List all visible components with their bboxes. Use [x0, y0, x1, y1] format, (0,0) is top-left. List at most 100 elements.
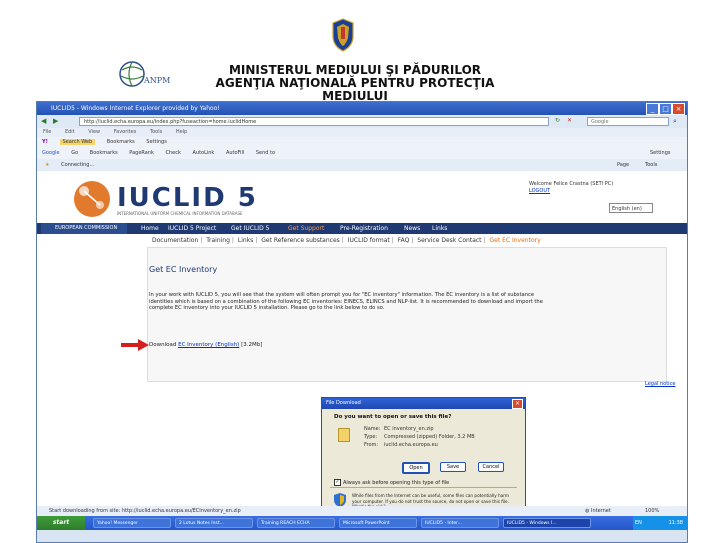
clock: 11:38 [668, 520, 683, 526]
autolink-button[interactable]: AutoLink [192, 150, 214, 156]
checkbox-checked-icon[interactable]: ✓ [334, 479, 341, 486]
zip-file-icon [338, 428, 350, 442]
open-button[interactable]: Open [402, 462, 430, 474]
menu-help[interactable]: Help [176, 129, 187, 135]
ec-inventory-download-link[interactable]: EC Inventory (English) [178, 342, 239, 348]
browser-search-input[interactable]: Google [587, 117, 669, 126]
nav-pre-registration[interactable]: Pre-Registration [340, 223, 388, 234]
favorites-star-icon[interactable]: ★ [45, 162, 49, 168]
subnav-reference-substances[interactable]: Get Reference substances [261, 237, 340, 244]
back-icon[interactable]: ◀ [41, 117, 46, 125]
forward-icon[interactable]: ▶ [53, 117, 58, 125]
download-row: Download EC Inventory (English) [3.2Mb] [149, 342, 262, 348]
org-line-2: AGENŢIA NAŢIONALĂ PENTRU PROTECŢIA MEDIU… [215, 76, 495, 103]
refresh-icon[interactable]: ↻ [555, 117, 560, 124]
window-titlebar: IUCLID5 - Windows Internet Explorer prov… [37, 102, 687, 115]
page-content: IUCLID 5 INTERNATIONAL UNIFORM CHEMICAL … [37, 171, 687, 524]
language-select[interactable]: English (en) [609, 203, 653, 213]
url-field[interactable]: http://iuclid.echa.europa.eu/index.php?f… [79, 117, 549, 126]
anpm-globe-icon [119, 61, 145, 87]
menu-favorites[interactable]: Favorites [114, 129, 137, 135]
dialog-close-button[interactable]: × [512, 399, 523, 409]
subnav-faq[interactable]: FAQ [398, 237, 410, 244]
nav-iuclid5-project[interactable]: IUCLID 5 Project [168, 223, 216, 234]
nav-get-iuclid5[interactable]: Get IUCLID 5 [231, 223, 269, 234]
cancel-button[interactable]: Cancel [478, 462, 504, 472]
site-banner: IUCLID 5 INTERNATIONAL UNIFORM CHEMICAL … [37, 171, 687, 220]
search-icon[interactable]: ⌕ [673, 117, 677, 126]
subnav-training[interactable]: Training [206, 237, 230, 244]
send-to-button[interactable]: Send to [256, 150, 275, 156]
bookmarks-button[interactable]: Bookmarks [107, 139, 135, 145]
yahoo-toolbar: Y! Search Web Bookmarks Settings [37, 137, 687, 148]
toolbar-settings-button[interactable]: Settings [146, 139, 167, 145]
address-bar: ◀ ▶ http://iuclid.echa.europa.eu/index.p… [37, 115, 687, 128]
dialog-titlebar: File Download × [322, 398, 525, 409]
maximize-button[interactable]: □ [659, 103, 672, 115]
task-iuclid-ie[interactable]: IUCLID5 - Windows I... [503, 518, 591, 528]
subnav-iuclid-format[interactable]: IUCLID format [348, 237, 390, 244]
nav-links[interactable]: Links [432, 223, 447, 234]
task-lotus-notes[interactable]: 2 Lotus Notes Inst... [175, 518, 253, 528]
browser-window: IUCLID5 - Windows Internet Explorer prov… [36, 101, 688, 543]
welcome-text: Welcome Felice Crastna (SETI PC) [529, 181, 614, 187]
close-window-button[interactable]: × [672, 103, 685, 115]
file-name-value: EC inventory_en.zip [384, 426, 434, 432]
task-training-reach[interactable]: Training REACH ECHA [257, 518, 335, 528]
language-indicator[interactable]: EN [635, 516, 642, 530]
download-prefix: Download [149, 342, 177, 348]
tab-connecting[interactable]: Connecting... [61, 162, 94, 168]
minimize-button[interactable]: _ [646, 103, 659, 115]
google-bookmarks-button[interactable]: Bookmarks [90, 150, 118, 156]
google-go-button[interactable]: Go [71, 150, 78, 156]
yahoo-logo-icon: Y! [42, 139, 48, 145]
zoom-level[interactable]: 100% [645, 506, 659, 516]
stop-icon[interactable]: ✕ [567, 117, 572, 124]
anpm-logo-text: ANPM [144, 76, 171, 85]
always-ask-label: Always ask before opening this type of f… [343, 480, 450, 486]
subnav-service-desk[interactable]: Service Desk Contact [417, 237, 481, 244]
tab-bar: ★ Connecting... Page Tools [37, 159, 687, 171]
zone-label: Internet [590, 508, 611, 514]
menu-edit[interactable]: Edit [65, 129, 75, 135]
site-nav: EUROPEAN COMMISSION Home IUCLID 5 Projec… [37, 223, 687, 234]
google-toolbar: Google Go Bookmarks PageRank Check AutoL… [37, 148, 687, 159]
subnav-get-ec-inventory[interactable]: Get EC Inventory [489, 237, 540, 244]
iuclid-logo: IUCLID 5 [117, 183, 258, 213]
pagerank-button[interactable]: PageRank [129, 150, 154, 156]
intro-paragraph: In your work with IUCLID 5, you will see… [149, 292, 543, 312]
check-button[interactable]: Check [166, 150, 181, 156]
file-from-label: From: [364, 442, 379, 448]
romania-coat-of-arms-icon [332, 18, 354, 52]
nav-news[interactable]: News [404, 223, 420, 234]
tools-menu-button[interactable]: Tools [645, 159, 657, 171]
file-download-dialog: File Download × Do you want to open or s… [321, 397, 526, 524]
security-zone: ◍ Internet [585, 506, 611, 516]
task-yahoo-messenger[interactable]: Yahoo! Messenger [93, 518, 171, 528]
task-iuclid-inter[interactable]: IUCLID5 - Inter... [421, 518, 499, 528]
subnav-documentation[interactable]: Documentation [152, 237, 198, 244]
page-menu-button[interactable]: Page [617, 159, 629, 171]
legal-notice-link[interactable]: Legal notice [645, 381, 675, 387]
subnav-links[interactable]: Links [238, 237, 253, 244]
menu-tools[interactable]: Tools [150, 129, 162, 135]
save-button[interactable]: Save [440, 462, 466, 472]
start-button[interactable]: start [37, 516, 85, 530]
dialog-title: File Download [326, 400, 361, 406]
nav-get-support[interactable]: Get Support [288, 223, 324, 234]
search-web-button[interactable]: Search Web [59, 139, 96, 145]
google-settings-button[interactable]: Settings [650, 148, 671, 159]
google-label: Google [42, 150, 60, 156]
content-panel [147, 247, 667, 382]
windows-taskbar: start Yahoo! Messenger 2 Lotus Notes Ins… [37, 516, 687, 530]
menu-file[interactable]: File [43, 129, 51, 135]
anpm-logo: ANPM [118, 60, 188, 90]
file-name-label: Name: [364, 426, 381, 432]
logout-link[interactable]: LOGOUT [529, 188, 550, 194]
autofill-button[interactable]: AutoFill [226, 150, 244, 156]
file-type-value: Compressed (zipped) Folder, 3.2 MB [384, 434, 475, 440]
task-powerpoint[interactable]: Microsoft PowerPoint [339, 518, 417, 528]
menu-view[interactable]: View [88, 129, 100, 135]
nav-home[interactable]: Home [141, 223, 159, 234]
always-ask-checkbox[interactable]: ✓ Always ask before opening this type of … [334, 479, 449, 486]
